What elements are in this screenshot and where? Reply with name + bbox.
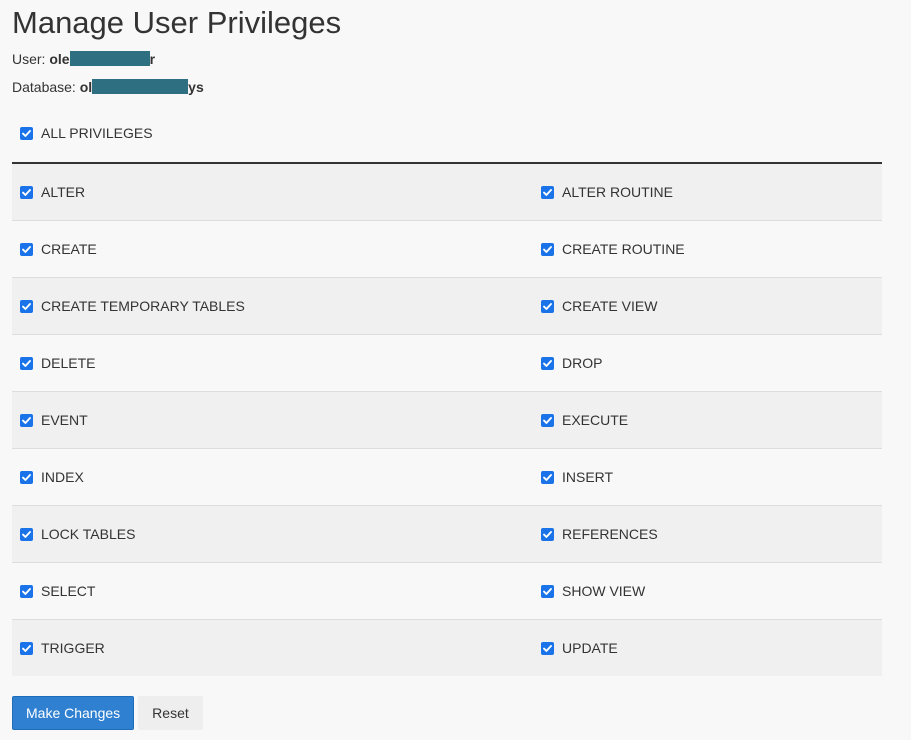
privilege-label: ALTER [41, 184, 86, 200]
privilege-option-references[interactable]: REFERENCES [541, 526, 658, 542]
privilege-checkbox-alter[interactable] [20, 185, 33, 199]
privilege-option-execute[interactable]: EXECUTE [541, 412, 628, 428]
user-label: User: [12, 51, 46, 67]
privilege-option-lock-tables[interactable]: LOCK TABLES [20, 526, 135, 542]
privileges-grid: ALTER ALTER ROUTINE CREATE CREATE ROUTINE CR… [12, 164, 882, 676]
page-title: Manage User Privileges [12, 5, 342, 40]
privilege-row: ALTER ALTER ROUTINE [12, 164, 882, 221]
privilege-checkbox-drop[interactable] [541, 356, 554, 370]
privilege-label: DELETE [41, 355, 96, 371]
user-value-prefix: ole [49, 51, 70, 67]
privilege-checkbox-create-view[interactable] [541, 299, 554, 313]
user-value: ole r [49, 50, 155, 68]
privilege-option-drop[interactable]: DROP [541, 355, 602, 371]
privilege-checkbox-show-view[interactable] [541, 584, 554, 598]
privilege-label: REFERENCES [562, 526, 658, 542]
privilege-checkbox-references[interactable] [541, 527, 554, 541]
privilege-checkbox-create-temporary-tables[interactable] [20, 299, 33, 313]
database-value: ol ys [80, 78, 204, 96]
database-value-suffix: ys [188, 79, 204, 95]
privilege-label: EVENT [41, 412, 88, 428]
privilege-label: DROP [562, 355, 603, 371]
privilege-option-trigger[interactable]: TRIGGER [20, 640, 105, 656]
privilege-row: SELECT SHOW VIEW [12, 563, 882, 620]
privilege-checkbox-execute[interactable] [541, 413, 554, 427]
reset-button[interactable]: Reset [138, 696, 203, 730]
privilege-row: DELETE DROP [12, 335, 882, 392]
privilege-row: LOCK TABLES REFERENCES [12, 506, 882, 563]
all-privileges-checkbox[interactable] [20, 126, 33, 140]
privilege-label: INSERT [562, 469, 614, 485]
user-value-suffix: r [149, 51, 156, 67]
all-privileges-option[interactable]: ALL PRIVILEGES [20, 125, 153, 141]
database-line: Database: ol ys [12, 78, 204, 96]
privilege-row: CREATE TEMPORARY TABLES CREATE VIEW [12, 278, 882, 335]
privilege-label: INDEX [41, 469, 84, 485]
privilege-option-create-routine[interactable]: CREATE ROUTINE [541, 241, 685, 257]
privilege-label: SHOW VIEW [562, 583, 646, 599]
privilege-checkbox-lock-tables[interactable] [20, 527, 33, 541]
privilege-option-create[interactable]: CREATE [20, 241, 97, 257]
privilege-checkbox-update[interactable] [541, 641, 554, 655]
privilege-label: CREATE TEMPORARY TABLES [41, 298, 245, 314]
privilege-row: INDEX INSERT [12, 449, 882, 506]
privilege-checkbox-select[interactable] [20, 584, 33, 598]
privilege-checkbox-alter-routine[interactable] [541, 185, 554, 199]
all-privileges-label: ALL PRIVILEGES [41, 125, 153, 141]
privilege-label: CREATE [41, 241, 97, 257]
privilege-checkbox-create[interactable] [20, 242, 33, 256]
privilege-option-create-temporary-tables[interactable]: CREATE TEMPORARY TABLES [20, 298, 245, 314]
privilege-option-index[interactable]: INDEX [20, 469, 84, 485]
privilege-option-event[interactable]: EVENT [20, 412, 88, 428]
privilege-option-show-view[interactable]: SHOW VIEW [541, 583, 645, 599]
privilege-checkbox-insert[interactable] [541, 470, 554, 484]
privilege-option-select[interactable]: SELECT [20, 583, 95, 599]
database-value-prefix: ol [79, 79, 93, 95]
privilege-option-alter-routine[interactable]: ALTER ROUTINE [541, 184, 673, 200]
user-redaction [69, 51, 150, 66]
privilege-checkbox-create-routine[interactable] [541, 242, 554, 256]
privilege-label: EXECUTE [562, 412, 629, 428]
privilege-label: UPDATE [562, 640, 618, 656]
privilege-row: TRIGGER UPDATE [12, 620, 882, 676]
privilege-label: SELECT [41, 583, 96, 599]
privilege-checkbox-index[interactable] [20, 470, 33, 484]
form-actions: Make Changes Reset [12, 696, 203, 730]
privilege-row: CREATE CREATE ROUTINE [12, 221, 882, 278]
manage-privileges-page: Manage User Privileges User: ole r Databa… [0, 0, 911, 740]
privilege-option-delete[interactable]: DELETE [20, 355, 95, 371]
database-label: Database: [12, 79, 76, 95]
privilege-label: CREATE ROUTINE [562, 241, 685, 257]
privilege-label: ALTER ROUTINE [562, 184, 673, 200]
privilege-label: LOCK TABLES [41, 526, 136, 542]
privilege-row: EVENT EXECUTE [12, 392, 882, 449]
privilege-option-update[interactable]: UPDATE [541, 640, 618, 656]
database-redaction [92, 79, 189, 94]
privilege-checkbox-trigger[interactable] [20, 641, 33, 655]
privilege-option-create-view[interactable]: CREATE VIEW [541, 298, 657, 314]
privilege-checkbox-delete[interactable] [20, 356, 33, 370]
privilege-option-alter[interactable]: ALTER [20, 184, 85, 200]
privilege-label: TRIGGER [41, 640, 105, 656]
user-line: User: ole r [12, 50, 155, 68]
privilege-label: CREATE VIEW [562, 298, 658, 314]
privilege-checkbox-event[interactable] [20, 413, 33, 427]
privilege-option-insert[interactable]: INSERT [541, 469, 613, 485]
make-changes-button[interactable]: Make Changes [12, 696, 135, 730]
